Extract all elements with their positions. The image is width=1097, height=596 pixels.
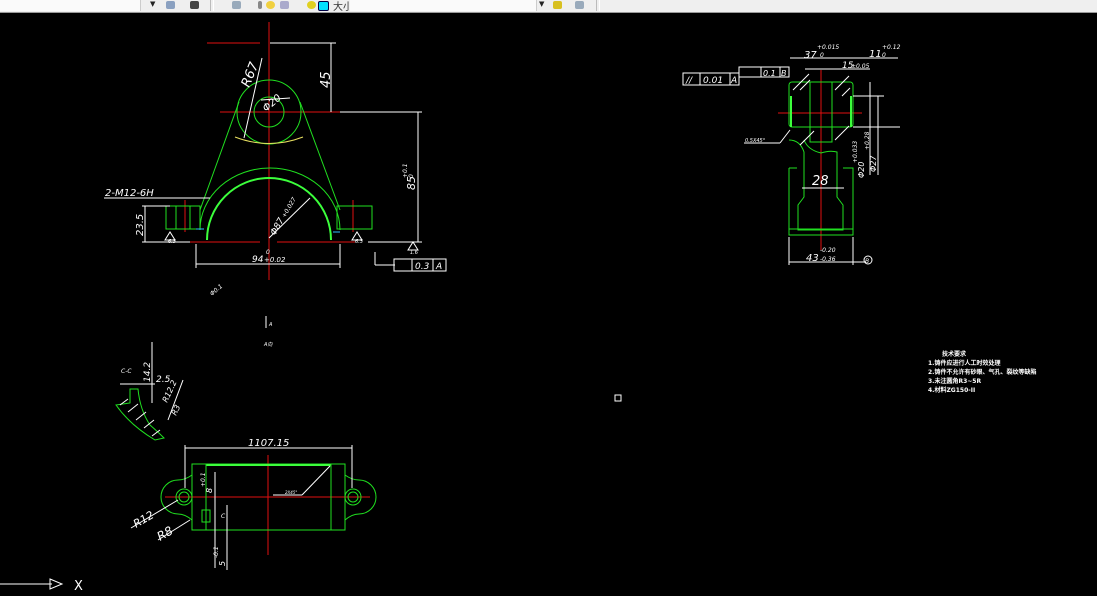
dim-r12: R12 (131, 509, 156, 531)
dim-14-2: 14.2 (143, 362, 153, 382)
ucs-icon: X (0, 578, 83, 594)
dim-5-tol: -0.1 (213, 546, 220, 558)
parallel-symbol: // (685, 76, 693, 86)
dim-11: 11 (869, 49, 882, 60)
dim-bore-27: Φ27 (869, 155, 878, 172)
parallel-datum: A (730, 76, 737, 86)
side-view: 37 +0.015 0 11 +0.12 0 15 ±0.05 // 0.01 … (682, 44, 901, 265)
dim-94-tol-lower: 0 (266, 249, 270, 256)
dim-94: 94 (252, 255, 264, 265)
dim-23-5: 23.5 (135, 214, 146, 236)
tech-req-item: 2.铸件不允许有砂眼、气孔、裂纹等缺陷 (928, 369, 1037, 376)
chamfer: 0.5X45° (745, 138, 766, 144)
technical-requirements: 技术要求 1.铸件应进行人工时效处理 2.铸件不允许有砂眼、气孔、裂纹等缺陷 3… (928, 350, 1036, 395)
tech-req-title: 技术要求 (942, 351, 967, 358)
bottom-view: 1107.15 R12 R8 8 +0.1 5 -0.1 2X45° C (130, 438, 377, 570)
left-thread-hole (175, 205, 191, 230)
roughness-left: 6.3 (168, 239, 176, 245)
dim-r3: R3 (170, 403, 183, 416)
dim-bore-20-tol: +0.033 (852, 141, 859, 163)
roughness-base: 1.6 (410, 250, 418, 256)
dimension-lines (682, 57, 900, 265)
dim-85-tol-lower: 0 (408, 174, 415, 178)
ucs-x-label: X (74, 579, 83, 594)
roughness-right: 6.3 (355, 239, 363, 245)
dim-11-tol-lower: 0 (882, 52, 886, 59)
section-label: C-C (121, 368, 132, 375)
left-web-edge (199, 101, 240, 211)
dim-8: 8 (205, 488, 214, 493)
dim-43: 43 (806, 253, 819, 264)
tech-req-item: 1.铸件应进行人工时效处理 (928, 360, 1001, 367)
right-lug (336, 205, 373, 230)
dim-arch: Φ87 (269, 216, 287, 237)
dim-bore-20: Φ20 (857, 162, 866, 178)
tolerance-value: 0.3 (415, 262, 430, 272)
perp-value: 0.1 (763, 69, 776, 78)
section-view: C-C 14.2 2.5 R12.2 R3 (115, 342, 184, 441)
dim-28: 28 (812, 174, 829, 189)
dim-bore-27-tol: +0.28 (864, 131, 871, 150)
perp-datum: B (781, 69, 787, 78)
view-label: A向 (263, 341, 273, 348)
dim-43-tol-lower: -0.36 (820, 256, 836, 263)
dim-length: 1107.15 (248, 438, 289, 449)
chamfer: 2X45° (285, 490, 297, 495)
dim-45: 45 (319, 71, 334, 88)
left-lug (165, 205, 201, 230)
dim-43-tol-upper: -0.20 (820, 247, 836, 254)
dim-37-tol-lower: 0 (820, 52, 824, 59)
parallel-value: 0.01 (703, 76, 723, 86)
cursor-pickbox (614, 394, 622, 402)
dim-5: 5 (218, 561, 227, 566)
tech-req-item: 3.未注圆角R3~5R (928, 378, 982, 385)
dim-bore: Φ20 (261, 93, 284, 115)
dim-thread: 2-M12-6H (105, 188, 154, 199)
section-mark: C (221, 513, 226, 520)
view-arrow-label: A (268, 322, 273, 328)
note-small: Φ0.1 (209, 283, 224, 298)
dim-94-tol: +0.02 (264, 256, 286, 264)
front-view: R67 Φ20 45 85 +0.1 0 2-M12-6H 23.5 Φ87 +… (104, 22, 447, 348)
dim-37-tol-upper: +0.015 (817, 44, 839, 51)
tech-req-item: 4.材料ZG150-II (928, 387, 976, 394)
dim-8-tol: +0.1 (200, 472, 207, 487)
dim-r67: R67 (239, 59, 263, 89)
drawing-canvas[interactable]: R67 Φ20 45 8 5 +0.1 0 2-M12-6H 23.5 Φ87 +… (0, 0, 1097, 596)
dim-arch-tol: +0.027 (281, 196, 298, 219)
dim-15-tol: ±0.05 (851, 63, 870, 70)
right-web-edge (299, 101, 341, 211)
dim-r8: R8 (155, 523, 176, 543)
tolerance-datum: A (435, 262, 442, 272)
dim-11-tol-upper: +0.12 (882, 44, 901, 51)
datum-b: B (865, 258, 869, 265)
dim-37: 37 (804, 50, 817, 61)
